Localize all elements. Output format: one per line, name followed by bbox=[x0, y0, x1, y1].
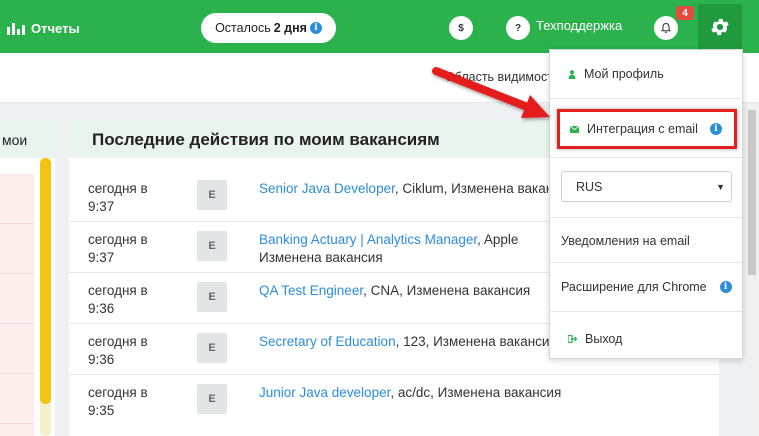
menu-divider bbox=[550, 217, 742, 218]
language-select-value: RUS bbox=[576, 179, 603, 194]
page-scrollbar[interactable] bbox=[745, 104, 759, 436]
reports-link[interactable]: Отчеты bbox=[7, 18, 80, 38]
gear-icon bbox=[711, 18, 729, 36]
caret-down-icon: ▼ bbox=[716, 181, 725, 192]
page-scrollbar-thumb[interactable] bbox=[748, 110, 756, 275]
left-panel-scrollbar-thumb[interactable] bbox=[40, 158, 51, 404]
menu-item-label: Выход bbox=[585, 332, 623, 346]
menu-item-chrome-extension[interactable]: Расширение для Chrome i bbox=[550, 277, 742, 297]
vacancy-link[interactable]: QA Test Engineer bbox=[259, 283, 363, 298]
menu-item-label: Уведомления на email bbox=[561, 234, 690, 248]
event-type-badge: E bbox=[197, 333, 227, 363]
menu-item-profile[interactable]: Мой профиль bbox=[550, 64, 742, 84]
menu-item-label: Мой профиль bbox=[584, 67, 664, 81]
activity-date: сегодня в 9:37 bbox=[88, 232, 148, 265]
menu-divider bbox=[550, 311, 742, 312]
left-panel-list bbox=[0, 174, 34, 436]
activity-row: сегодня в 9:35 E Junior Java developer, a… bbox=[69, 375, 719, 426]
vacancy-link[interactable]: Banking Actuary | Analytics Manager bbox=[259, 232, 477, 247]
bell-icon bbox=[660, 22, 672, 33]
vacancy-link[interactable]: Secretary of Education bbox=[259, 334, 396, 349]
menu-divider bbox=[550, 157, 742, 158]
settings-dropdown-menu: Мой профиль Интеграция с email i RUS ▼ У… bbox=[549, 49, 743, 359]
event-type-badge: E bbox=[197, 282, 227, 312]
bar-chart-icon bbox=[7, 22, 25, 35]
settings-button[interactable] bbox=[698, 4, 742, 50]
info-icon: i bbox=[309, 22, 322, 34]
activity-date: сегодня в 9:37 bbox=[88, 181, 148, 214]
menu-divider bbox=[550, 262, 742, 263]
user-icon bbox=[568, 69, 576, 79]
activity-description: Junior Java developer, ac/dc, Изменена в… bbox=[259, 385, 562, 400]
menu-item-label: Интеграция с email bbox=[587, 122, 698, 136]
billing-icon[interactable]: $ bbox=[449, 16, 473, 40]
vacancy-link[interactable]: Junior Java developer bbox=[259, 385, 390, 400]
event-type-badge: E bbox=[197, 231, 227, 261]
trial-status-pill[interactable]: Осталось 2 дня i bbox=[201, 13, 336, 43]
language-select[interactable]: RUS ▼ bbox=[561, 171, 732, 202]
logout-icon bbox=[568, 335, 577, 343]
activity-date: сегодня в 9:36 bbox=[88, 334, 148, 367]
menu-divider bbox=[550, 98, 742, 99]
top-navbar: Отчеты Осталось 2 дня i $ ? Техподдержка… bbox=[0, 0, 759, 53]
help-icon[interactable]: ? bbox=[506, 16, 530, 40]
menu-item-email-notifications[interactable]: Уведомления на email bbox=[550, 231, 742, 251]
vacancy-link[interactable]: Senior Java Developer bbox=[259, 181, 395, 196]
trial-prefix: Осталось bbox=[215, 21, 271, 35]
info-icon: i bbox=[719, 281, 732, 293]
event-type-badge: E bbox=[197, 180, 227, 210]
notifications-count-badge: 4 bbox=[676, 6, 694, 20]
support-link[interactable]: Техподдержка bbox=[536, 18, 622, 33]
visibility-scope-label[interactable]: Область видимости bbox=[445, 70, 560, 84]
event-type-badge: E bbox=[197, 384, 227, 414]
menu-item-email-integration[interactable]: Интеграция с email i bbox=[557, 109, 737, 149]
menu-item-label: Расширение для Chrome bbox=[561, 280, 707, 294]
activity-date: сегодня в 9:36 bbox=[88, 283, 148, 316]
left-panel-header: мои bbox=[0, 120, 55, 158]
activity-date: сегодня в 9:35 bbox=[88, 385, 148, 418]
notifications-button[interactable] bbox=[654, 16, 678, 40]
info-icon: i bbox=[709, 123, 722, 135]
trial-days: 2 дня bbox=[273, 21, 307, 35]
envelope-icon bbox=[570, 125, 579, 133]
menu-item-logout[interactable]: Выход bbox=[550, 329, 742, 349]
reports-label: Отчеты bbox=[31, 20, 80, 36]
